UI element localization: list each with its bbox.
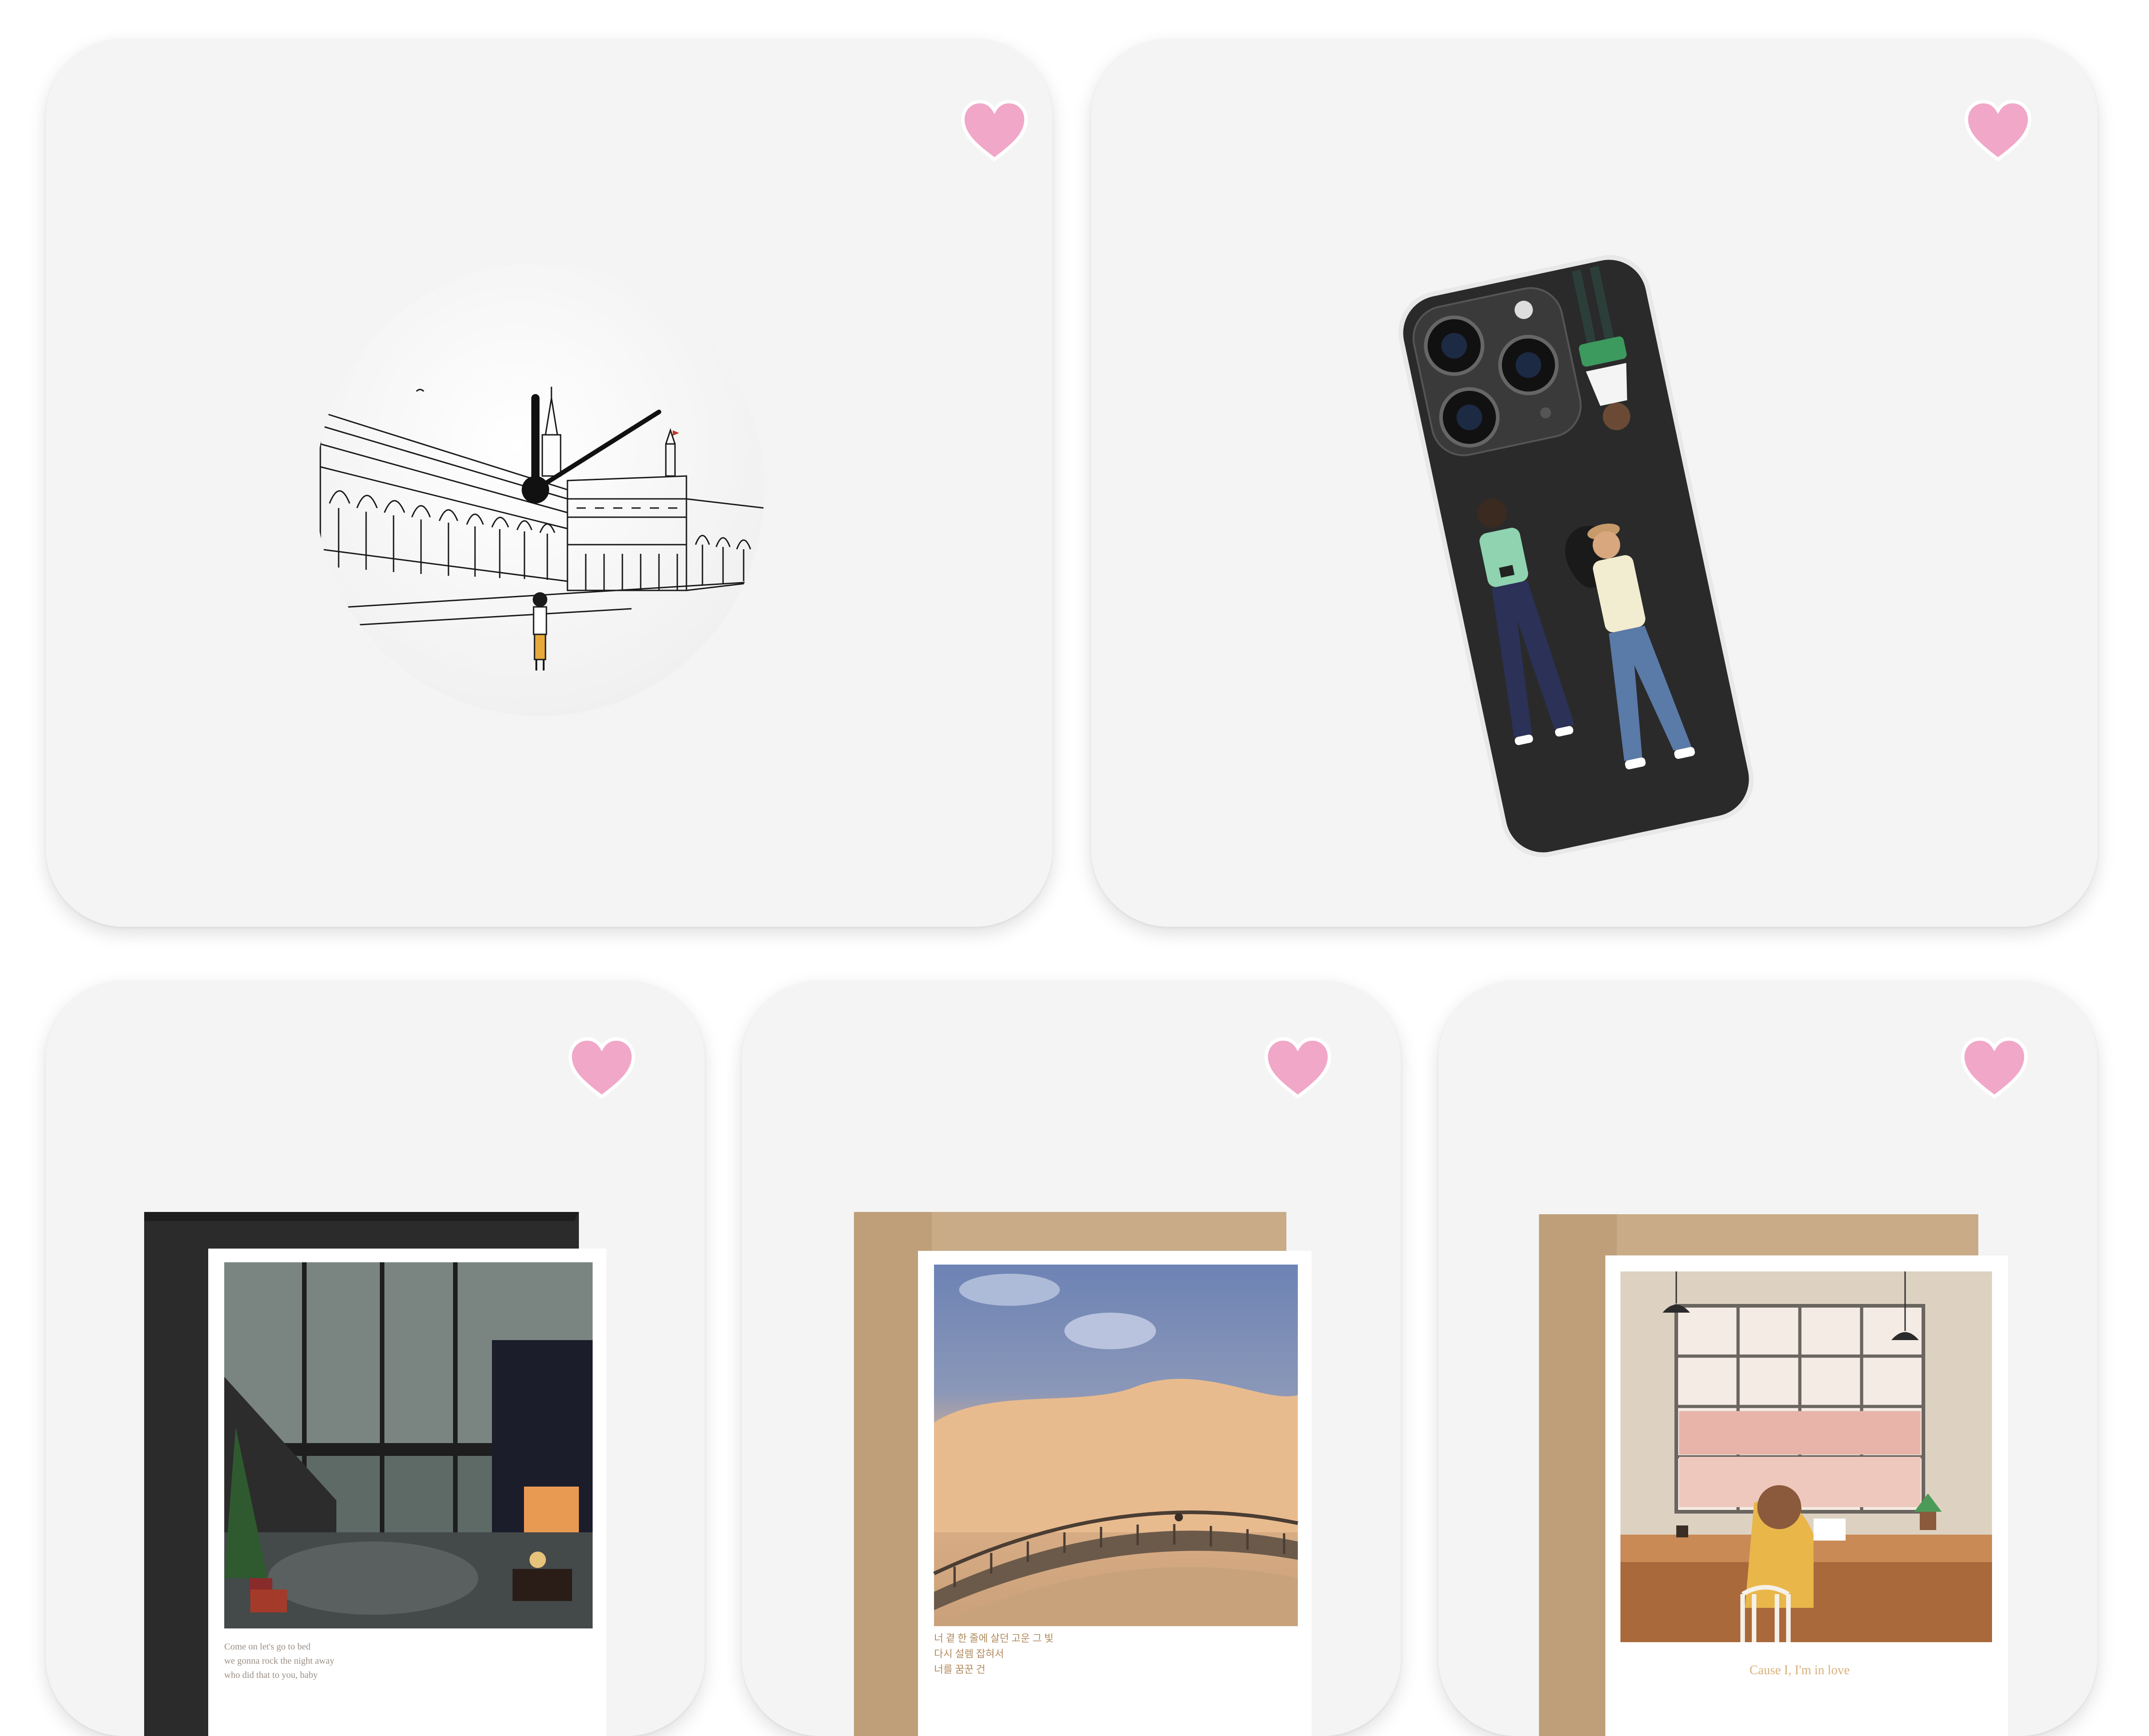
favorite-heart-icon[interactable] <box>960 98 1029 162</box>
phone-case-illustration <box>1393 240 1759 872</box>
wall-clock-illustration <box>311 261 769 719</box>
favorite-heart-icon[interactable] <box>1263 1036 1332 1100</box>
greeting-card-text: Come on let's go to bed we gonna rock th… <box>224 1642 335 1680</box>
greeting-card-cafe <box>1539 1214 2010 1736</box>
favorite-heart-icon[interactable] <box>1964 98 2032 162</box>
favorite-heart-icon[interactable] <box>567 1036 636 1100</box>
product-card-phone-case[interactable] <box>1091 39 2098 927</box>
product-card-cafe-greeting[interactable]: Cause I, I'm in love <box>1438 981 2097 1736</box>
product-card-christmas-greeting[interactable]: Come on let's go to bed we gonna rock th… <box>46 981 705 1736</box>
greeting-card-text: 너 곁 한 줄에 살던 고운 그 빛 다시 설렘 잡혀서 너를 꿈꾼 건 <box>934 1633 1054 1676</box>
favorite-heart-icon[interactable] <box>1960 1036 2029 1100</box>
product-card-wall-clock[interactable] <box>46 39 1053 927</box>
product-card-bridge-greeting[interactable]: 너 곁 한 줄에 살던 고운 그 빛 다시 설렘 잡혀서 너를 꿈꾼 건 <box>742 981 1401 1736</box>
greeting-card-text: Cause I, I'm in love <box>1749 1663 1850 1677</box>
